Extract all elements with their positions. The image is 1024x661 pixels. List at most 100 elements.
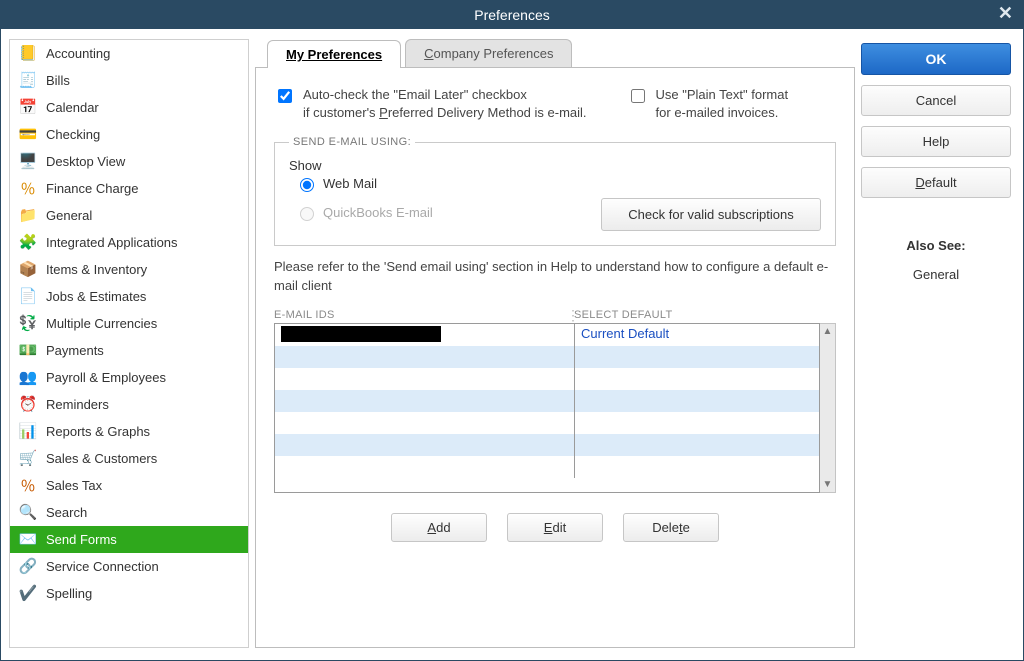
qbemail-radio-row: QuickBooks E-mail xyxy=(295,204,433,221)
scroll-up-icon[interactable]: ▲ xyxy=(823,326,833,337)
sidebar-item-integrated-applications[interactable]: 🧩 Integrated Applications xyxy=(10,229,248,256)
sidebar-item-label: Jobs & Estimates xyxy=(46,289,242,304)
reminders-icon: ⏰ xyxy=(18,395,38,413)
sidebar-item-payments[interactable]: 💵Payments xyxy=(10,337,248,364)
cell-select-default xyxy=(575,368,819,390)
sidebar-item-label: Multiple Currencies xyxy=(46,316,242,331)
auto-check-option[interactable]: Auto-check the "Email Later" checkbox if… xyxy=(274,86,587,122)
sidebar-item-label: Service Connection xyxy=(46,559,242,574)
table-row[interactable] xyxy=(275,434,819,456)
sidebar-item-label: Integrated Applications xyxy=(46,235,242,250)
sidebar-item-items-inventory[interactable]: 📦Items & Inventory xyxy=(10,256,248,283)
sidebar-item-label: Checking xyxy=(46,127,242,142)
cell-select-default xyxy=(575,434,819,456)
auto-check-checkbox[interactable] xyxy=(278,89,292,103)
ok-button[interactable]: OK xyxy=(861,43,1011,75)
table-row[interactable] xyxy=(275,368,819,390)
integrated-applications-icon: 🧩 xyxy=(18,233,38,251)
delete-button[interactable]: Delete xyxy=(623,513,719,542)
tab-my-preferences[interactable]: My Preferences xyxy=(267,40,401,68)
webmail-radio-row[interactable]: Web Mail xyxy=(295,175,821,192)
sidebar-item-multiple-currencies[interactable]: 💱Multiple Currencies xyxy=(10,310,248,337)
plain-text-checkbox[interactable] xyxy=(631,89,645,103)
tab-company-preferences[interactable]: Company Preferences xyxy=(405,39,572,67)
table-row[interactable] xyxy=(275,390,819,412)
main-panel: My Preferences Company Preferences Auto-… xyxy=(255,39,855,648)
finance-charge-icon: ％ xyxy=(18,179,38,197)
sidebar-item-finance-charge[interactable]: ％Finance Charge xyxy=(10,175,248,202)
also-see-general[interactable]: General xyxy=(861,267,1011,282)
sidebar-item-general[interactable]: 📁General xyxy=(10,202,248,229)
sidebar-item-desktop-view[interactable]: 🖥️Desktop View xyxy=(10,148,248,175)
window-title: Preferences xyxy=(474,7,549,23)
send-forms-icon: ✉️ xyxy=(18,530,38,548)
also-see-section: Also See: General xyxy=(861,238,1011,282)
sidebar-item-label: Payroll & Employees xyxy=(46,370,242,385)
window-body: 📒Accounting🧾Bills📅Calendar💳Checking🖥️Des… xyxy=(1,29,1023,660)
items-inventory-icon: 📦 xyxy=(18,260,38,278)
sidebar-item-label: Send Forms xyxy=(46,532,242,547)
sidebar-list[interactable]: 📒Accounting🧾Bills📅Calendar💳Checking🖥️Des… xyxy=(10,40,248,647)
tab-bar: My Preferences Company Preferences xyxy=(267,39,855,67)
table-row[interactable] xyxy=(275,456,819,478)
close-icon[interactable]: ✕ xyxy=(998,3,1013,24)
service-connection-icon: 🔗 xyxy=(18,557,38,575)
tab-label: Company Preferences xyxy=(424,46,553,61)
sidebar-item-sales-customers[interactable]: 🛒 Sales & Customers xyxy=(10,445,248,472)
sidebar-item-label: Calendar xyxy=(46,100,242,115)
cell-select-default xyxy=(575,456,819,478)
sidebar-item-label: Sales & Customers xyxy=(46,451,242,466)
sidebar-item-reminders[interactable]: ⏰Reminders xyxy=(10,391,248,418)
sidebar-item-checking[interactable]: 💳Checking xyxy=(10,121,248,148)
cell-email-id xyxy=(275,368,575,390)
payroll-employees-icon: 👥 xyxy=(18,368,38,386)
check-subscriptions-button[interactable]: Check for valid subscriptions xyxy=(601,198,821,231)
sidebar-item-calendar[interactable]: 📅Calendar xyxy=(10,94,248,121)
sidebar-item-jobs-estimates[interactable]: 📄Jobs & Estimates xyxy=(10,283,248,310)
sales-customers-icon: 🛒 xyxy=(18,449,38,467)
col-select-default: ⋮SELECT DEFAULT xyxy=(574,309,836,321)
sidebar-item-reports-graphs[interactable]: 📊Reports & Graphs xyxy=(10,418,248,445)
cell-select-default xyxy=(575,346,819,368)
accounting-icon: 📒 xyxy=(18,44,38,62)
email-table-wrap: Current Default ▲ ▼ xyxy=(274,323,836,493)
payments-icon: 💵 xyxy=(18,341,38,359)
cell-email-id xyxy=(275,412,575,434)
also-see-header: Also See: xyxy=(861,238,1011,253)
sidebar-item-spelling[interactable]: ✔️Spelling xyxy=(10,580,248,607)
cell-email-id xyxy=(275,346,575,368)
cancel-button[interactable]: Cancel xyxy=(861,85,1011,116)
help-text: Please refer to the 'Send email using' s… xyxy=(274,258,836,294)
add-button[interactable]: Add xyxy=(391,513,487,542)
preferences-window: Preferences ✕ 📒Accounting🧾Bills📅Calendar… xyxy=(0,0,1024,661)
email-table[interactable]: Current Default xyxy=(274,323,820,493)
sidebar-item-search[interactable]: 🔍Search xyxy=(10,499,248,526)
auto-check-label: Auto-check the "Email Later" checkbox if… xyxy=(303,86,587,122)
edit-button[interactable]: Edit xyxy=(507,513,603,542)
sidebar-item-send-forms[interactable]: ✉️ Send Forms xyxy=(10,526,248,553)
plain-text-option[interactable]: Use "Plain Text" format for e-mailed inv… xyxy=(627,86,789,122)
sidebar-item-service-connection[interactable]: 🔗 Service Connection xyxy=(10,553,248,580)
plain-text-label: Use "Plain Text" format for e-mailed inv… xyxy=(656,86,789,122)
table-scrollbar[interactable]: ▲ ▼ xyxy=(820,323,836,493)
table-actions: Add Edit Delete xyxy=(274,513,836,542)
qbemail-label: QuickBooks E-mail xyxy=(323,205,433,220)
show-label: Show xyxy=(289,158,821,173)
sidebar-item-bills[interactable]: 🧾Bills xyxy=(10,67,248,94)
table-row[interactable] xyxy=(275,412,819,434)
help-button[interactable]: Help xyxy=(861,126,1011,157)
scroll-down-icon[interactable]: ▼ xyxy=(823,479,833,490)
sales-tax-icon: ％ xyxy=(18,476,38,494)
table-row[interactable]: Current Default xyxy=(275,324,819,346)
sidebar-item-sales-tax[interactable]: ％Sales Tax xyxy=(10,472,248,499)
sidebar-item-accounting[interactable]: 📒Accounting xyxy=(10,40,248,67)
desktop-view-icon: 🖥️ xyxy=(18,152,38,170)
cell-select-default: Current Default xyxy=(575,324,819,346)
table-row[interactable] xyxy=(275,346,819,368)
default-button[interactable]: Default xyxy=(861,167,1011,198)
sidebar-item-payroll-employees[interactable]: 👥 Payroll & Employees xyxy=(10,364,248,391)
panel-body: Auto-check the "Email Later" checkbox if… xyxy=(255,67,855,648)
send-email-fieldset: SEND E-MAIL USING: Show Web Mail QuickBo… xyxy=(274,136,836,246)
cell-select-default xyxy=(575,390,819,412)
webmail-radio[interactable] xyxy=(300,178,314,192)
